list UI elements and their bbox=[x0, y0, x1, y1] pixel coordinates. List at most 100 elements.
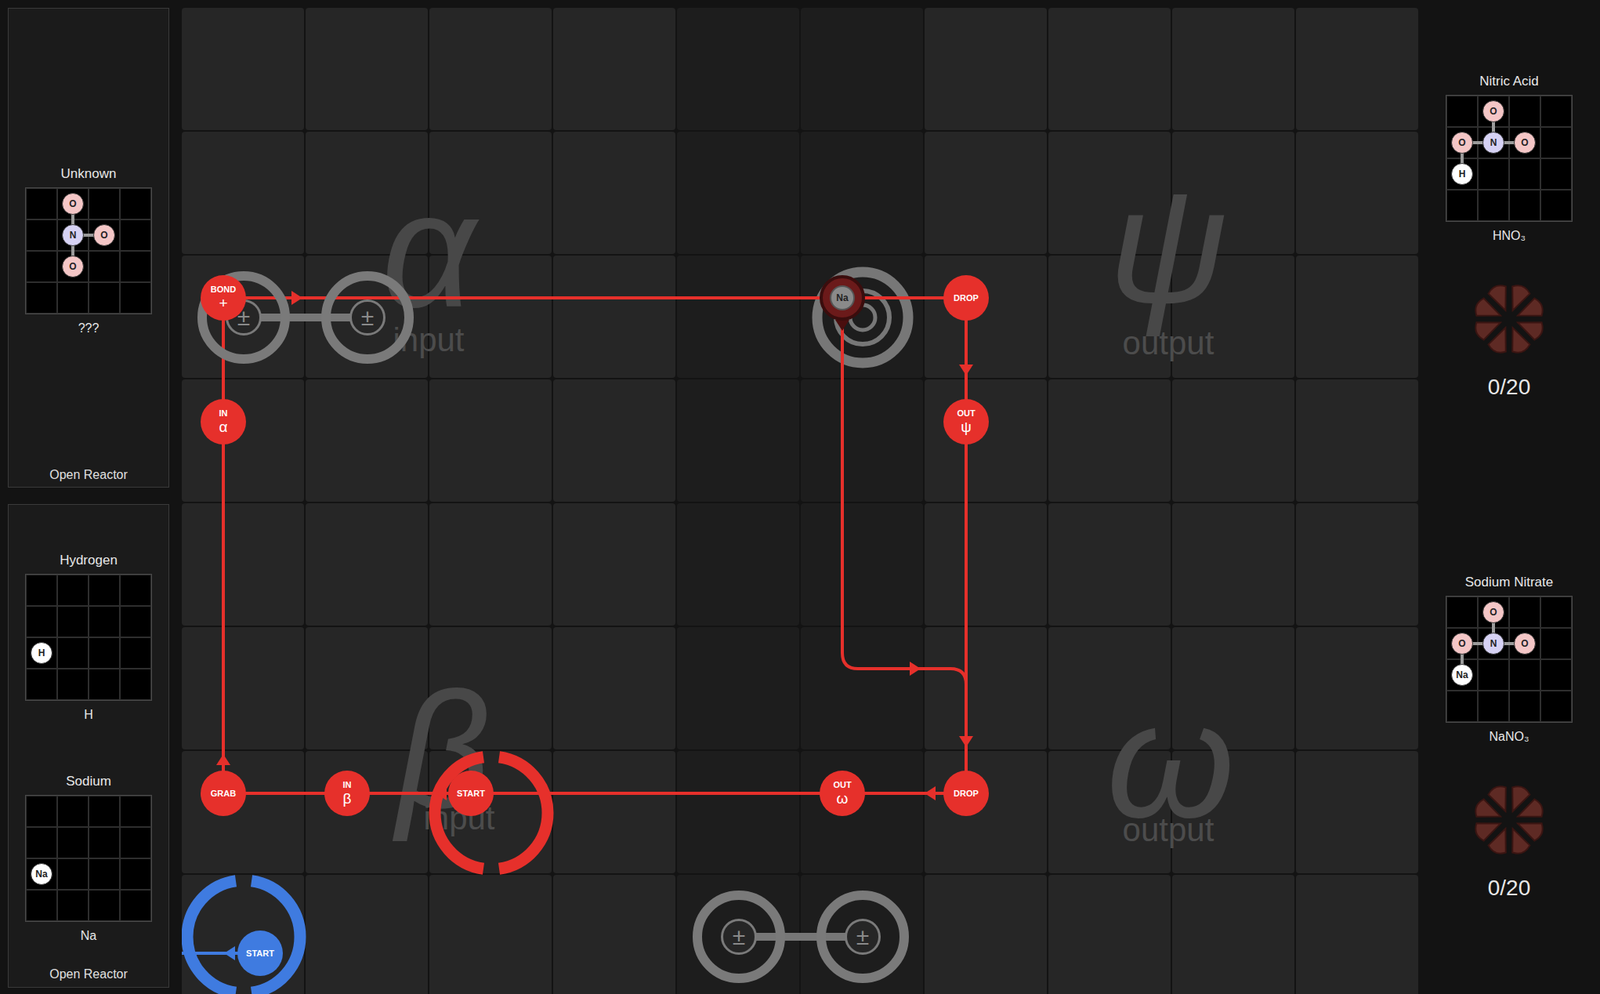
grid-cell bbox=[800, 7, 924, 131]
grid-cell bbox=[1295, 7, 1419, 131]
grid-cell bbox=[1048, 503, 1171, 626]
grid-cell bbox=[924, 874, 1047, 994]
grid-cell bbox=[676, 131, 800, 254]
grid-cell bbox=[553, 874, 676, 994]
output-target: Nitric AcidOONOHHNO₃ 0/20 bbox=[1445, 72, 1573, 401]
molecule-cell bbox=[57, 637, 89, 669]
grid-cell bbox=[1172, 7, 1295, 131]
molecule-cell bbox=[1540, 658, 1572, 691]
grid-cell bbox=[1048, 379, 1171, 502]
grid-cell bbox=[553, 7, 676, 131]
molecule-cell bbox=[119, 857, 152, 890]
instruction-command[interactable]: OUTω bbox=[819, 770, 866, 816]
grid-cell bbox=[1048, 874, 1171, 994]
grid-cell bbox=[429, 874, 552, 994]
molecule-cell bbox=[88, 637, 120, 669]
atom: N bbox=[1482, 632, 1505, 655]
molecule-cell bbox=[57, 795, 89, 827]
molecule-grid: ONOO bbox=[25, 187, 153, 315]
molecule-grid: OONONa bbox=[1445, 595, 1573, 723]
instruction-command[interactable]: DROP bbox=[943, 770, 989, 816]
input-panel: HydrogenHHSodiumNaNaOpen Reactor bbox=[7, 503, 170, 988]
molecule-cell bbox=[88, 250, 120, 283]
molecule-cell bbox=[88, 795, 120, 827]
molecule-cell bbox=[1509, 690, 1541, 722]
grid-cell bbox=[800, 750, 924, 873]
molecule-cell bbox=[25, 605, 58, 638]
sensor-command[interactable]: Na bbox=[819, 275, 866, 321]
input-panel: UnknownONOO??? Open Reactor bbox=[7, 7, 170, 488]
molecule-cell bbox=[57, 668, 89, 700]
molecule-cell bbox=[57, 889, 89, 921]
molecule-cell bbox=[88, 605, 120, 638]
instruction-command[interactable]: INα bbox=[200, 398, 247, 445]
molecule-formula: ??? bbox=[78, 320, 100, 337]
start-command[interactable]: START bbox=[237, 930, 283, 976]
grid-cell bbox=[800, 379, 924, 502]
instruction-command[interactable]: BOND+ bbox=[200, 275, 247, 321]
grid-cell bbox=[429, 7, 552, 131]
molecule: Sodium NitrateOONONaNaNO₃ bbox=[1445, 573, 1573, 745]
molecule-cell bbox=[119, 605, 152, 638]
molecule-cell bbox=[119, 668, 152, 700]
molecule-cell bbox=[1509, 189, 1541, 221]
molecule-cell bbox=[1446, 690, 1478, 722]
output-count: 0/20 bbox=[1487, 373, 1532, 401]
grid-cell bbox=[800, 503, 924, 626]
molecule-cell bbox=[25, 795, 58, 827]
molecule-cell bbox=[57, 826, 89, 858]
molecule-cell bbox=[88, 826, 120, 858]
grid-cell bbox=[676, 379, 800, 502]
bonder[interactable]: ± bbox=[321, 271, 414, 364]
grid-cell bbox=[676, 7, 800, 131]
instruction-command[interactable]: INβ bbox=[324, 770, 370, 816]
molecule-cell bbox=[1509, 95, 1541, 127]
molecule-grid: H bbox=[25, 573, 153, 701]
grid-cell bbox=[1295, 379, 1419, 502]
instruction-command[interactable]: DROP bbox=[943, 275, 989, 321]
grid-cell bbox=[181, 131, 305, 254]
bonder[interactable]: ± bbox=[692, 890, 786, 983]
grid-cell bbox=[181, 7, 305, 131]
grid-cell bbox=[181, 626, 305, 750]
molecule-cell bbox=[119, 637, 152, 669]
molecule-cell bbox=[1540, 189, 1572, 221]
grid-cell bbox=[1295, 255, 1419, 378]
grid-cell bbox=[553, 131, 676, 254]
molecule-cell bbox=[57, 282, 89, 314]
molecule-cell bbox=[88, 889, 120, 921]
molecule-cell bbox=[88, 857, 120, 890]
molecule-cell bbox=[119, 219, 152, 251]
open-reactor-label[interactable]: Open Reactor bbox=[49, 965, 128, 983]
molecule-cell bbox=[1446, 95, 1478, 127]
grid-cell bbox=[553, 255, 676, 378]
grid-cell bbox=[305, 503, 428, 626]
grid-cell bbox=[1048, 7, 1171, 131]
atom: O bbox=[1451, 131, 1474, 154]
molecule-cell bbox=[1540, 95, 1572, 127]
atom: N bbox=[1482, 131, 1505, 154]
instruction-command[interactable]: GRAB bbox=[200, 770, 247, 816]
molecule-cell bbox=[57, 857, 89, 890]
grid-cell bbox=[800, 131, 924, 254]
molecule-cell bbox=[1509, 658, 1541, 691]
molecule: UnknownONOO??? bbox=[25, 165, 153, 337]
molecule-cell bbox=[1540, 158, 1572, 190]
molecule-cell bbox=[57, 605, 89, 638]
molecule-cell bbox=[25, 188, 58, 220]
progress-flower-icon bbox=[1468, 778, 1550, 861]
start-command[interactable]: START bbox=[448, 770, 494, 816]
bonder[interactable]: ± bbox=[816, 890, 909, 983]
grid-cell bbox=[553, 750, 676, 873]
molecule-cell bbox=[88, 574, 120, 606]
track-icon bbox=[181, 7, 1419, 994]
molecule-cell bbox=[88, 188, 120, 220]
instruction-command[interactable]: OUTψ bbox=[943, 398, 989, 445]
grid-cell bbox=[924, 750, 1047, 873]
molecule-cell bbox=[1540, 126, 1572, 159]
grid-cell bbox=[1295, 874, 1419, 994]
grid-cell bbox=[676, 750, 800, 873]
molecule-cell bbox=[88, 282, 120, 314]
molecule: Nitric AcidOONOHHNO₃ bbox=[1445, 72, 1573, 244]
open-reactor-label[interactable]: Open Reactor bbox=[49, 466, 128, 484]
